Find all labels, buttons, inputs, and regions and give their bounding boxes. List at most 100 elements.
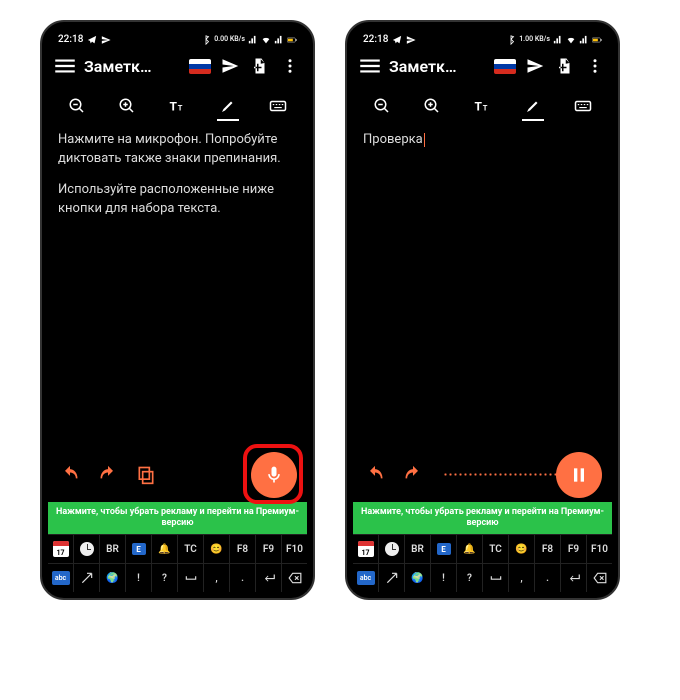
key-f10[interactable]: F10 — [587, 535, 612, 563]
zoom-out-button[interactable] — [367, 93, 397, 119]
key-question[interactable]: ? — [152, 564, 178, 592]
key-clock[interactable] — [379, 535, 405, 563]
wifi-icon — [261, 35, 271, 45]
text-size-button[interactable]: TT — [162, 93, 192, 119]
key-period[interactable]: . — [230, 564, 256, 592]
premium-banner[interactable]: Нажмите, чтобы убрать рекламу и перейти … — [353, 502, 612, 535]
bluetooth-icon — [201, 35, 211, 45]
add-document-button[interactable] — [552, 53, 578, 79]
toolbar: TT — [353, 85, 612, 129]
keyboard-button[interactable] — [568, 93, 598, 119]
text-size-button[interactable]: TT — [467, 93, 497, 119]
svg-text:T: T — [475, 100, 483, 114]
key-backspace[interactable] — [587, 564, 612, 592]
key-e[interactable]: E — [431, 535, 457, 563]
premium-banner[interactable]: Нажмите, чтобы убрать рекламу и перейти … — [48, 502, 307, 535]
keyboard-row-2: abc 🌍 ! ? , . — [48, 563, 307, 592]
key-excl[interactable]: ! — [431, 564, 457, 592]
key-br[interactable]: BR — [405, 535, 431, 563]
send-icon — [406, 35, 416, 45]
keyboard-row-1: 17 BR E 🔔 TC 😊 F8 F9 F10 — [48, 534, 307, 563]
copy-button[interactable] — [132, 461, 160, 489]
key-f8[interactable]: F8 — [230, 535, 256, 563]
key-arrow[interactable] — [74, 564, 100, 592]
bottom-controls — [353, 448, 612, 502]
key-space[interactable] — [178, 564, 204, 592]
bluetooth-icon — [506, 35, 516, 45]
key-comma[interactable]: , — [509, 564, 535, 592]
undo-button[interactable] — [56, 461, 84, 489]
phone-right: 22:18 1.00 KB/s Заметк… TT Проверка — [345, 20, 620, 600]
key-calendar[interactable]: 17 — [353, 535, 379, 563]
send-button[interactable] — [522, 53, 548, 79]
key-globe[interactable]: 🌍 — [100, 564, 126, 592]
key-calendar[interactable]: 17 — [48, 535, 74, 563]
network-speed: 1.00 KB/s — [519, 36, 550, 43]
key-e[interactable]: E — [126, 535, 152, 563]
redo-button[interactable] — [94, 461, 122, 489]
zoom-in-button[interactable] — [417, 93, 447, 119]
battery-icon — [592, 35, 602, 45]
signal-icon — [579, 35, 589, 45]
editor-content[interactable]: Проверка — [353, 129, 612, 448]
key-backspace[interactable] — [282, 564, 307, 592]
zoom-out-button[interactable] — [62, 93, 92, 119]
editor-content[interactable]: Нажмите на микрофон. Попробуйте диктоват… — [48, 129, 307, 448]
text-cursor — [424, 133, 426, 147]
key-f8[interactable]: F8 — [535, 535, 561, 563]
key-emoji[interactable]: 😊 — [509, 535, 535, 563]
key-abc[interactable]: abc — [48, 564, 74, 592]
keyboard-row-1: 17 BR E 🔔 TC 😊 F8 F9 F10 — [353, 534, 612, 563]
keyboard-button[interactable] — [263, 93, 293, 119]
key-br[interactable]: BR — [100, 535, 126, 563]
bottom-controls — [48, 448, 307, 502]
toolbar: TT — [48, 85, 307, 129]
key-tc[interactable]: TC — [483, 535, 509, 563]
signal-icon — [553, 35, 563, 45]
highlighter-button[interactable] — [518, 93, 548, 119]
key-question[interactable]: ? — [457, 564, 483, 592]
pause-fab[interactable] — [556, 452, 602, 498]
add-document-button[interactable] — [247, 53, 273, 79]
app-header: Заметк… — [353, 47, 612, 85]
page-title: Заметк… — [84, 57, 152, 76]
key-space[interactable] — [483, 564, 509, 592]
key-comma[interactable]: , — [204, 564, 230, 592]
language-flag[interactable] — [187, 53, 213, 79]
more-button[interactable] — [582, 53, 608, 79]
zoom-in-button[interactable] — [112, 93, 142, 119]
battery-icon — [287, 35, 297, 45]
pause-icon — [569, 465, 589, 485]
redo-button[interactable] — [399, 461, 427, 489]
language-flag[interactable] — [492, 53, 518, 79]
editor-paragraph: Нажмите на микрофон. Попробуйте диктоват… — [58, 131, 297, 169]
svg-text:T: T — [483, 104, 488, 113]
send-button[interactable] — [217, 53, 243, 79]
key-excl[interactable]: ! — [126, 564, 152, 592]
microphone-fab[interactable] — [251, 452, 297, 498]
editor-text: Проверка — [363, 131, 602, 150]
key-globe[interactable]: 🌍 — [405, 564, 431, 592]
svg-text:T: T — [170, 100, 178, 114]
send-icon — [101, 35, 111, 45]
key-f10[interactable]: F10 — [282, 535, 307, 563]
key-enter[interactable] — [561, 564, 587, 592]
key-clock[interactable] — [74, 535, 100, 563]
svg-text:T: T — [178, 104, 183, 113]
key-tc[interactable]: TC — [178, 535, 204, 563]
key-bell[interactable]: 🔔 — [457, 535, 483, 563]
key-emoji[interactable]: 😊 — [204, 535, 230, 563]
key-f9[interactable]: F9 — [561, 535, 587, 563]
more-button[interactable] — [277, 53, 303, 79]
undo-button[interactable] — [361, 461, 389, 489]
key-bell[interactable]: 🔔 — [152, 535, 178, 563]
hamburger-menu-icon[interactable] — [357, 53, 383, 79]
key-abc[interactable]: abc — [353, 564, 379, 592]
highlighter-button[interactable] — [213, 93, 243, 119]
key-arrow[interactable] — [379, 564, 405, 592]
hamburger-menu-icon[interactable] — [52, 53, 78, 79]
key-enter[interactable] — [256, 564, 282, 592]
telegram-icon — [392, 35, 402, 45]
key-f9[interactable]: F9 — [256, 535, 282, 563]
key-period[interactable]: . — [535, 564, 561, 592]
